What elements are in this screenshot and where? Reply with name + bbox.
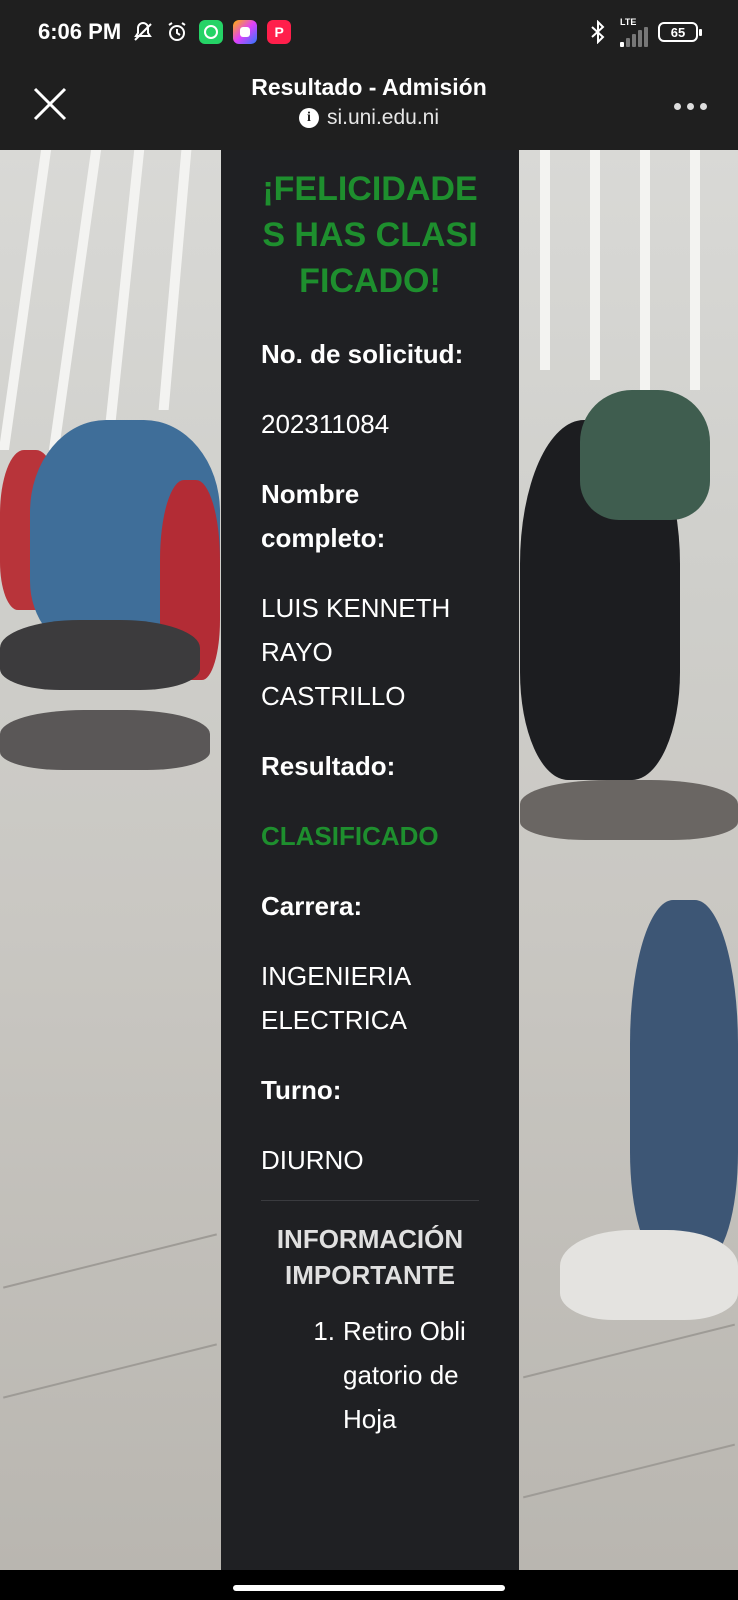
result-label: Resultado:: [261, 751, 396, 781]
more-dot-icon: [686, 102, 694, 110]
bluetooth-icon: [586, 20, 610, 44]
url-text: si.uni.edu.ni: [326, 106, 440, 129]
result-card: ¡FELICIDADES HAS CLASIFICADO! No. de sol…: [221, 150, 519, 1570]
whatsapp-icon: [199, 20, 224, 44]
more-options-button[interactable]: [668, 88, 712, 124]
info-icon[interactable]: i: [298, 108, 319, 128]
application-number-value: 202311084: [261, 409, 390, 439]
status-bar-right: LTE 65: [586, 16, 702, 47]
battery-icon: 65: [658, 22, 702, 42]
application-number-label: No. de solicitud:: [261, 339, 464, 369]
congratulations-headline: ¡FELICIDADES HAS CLASIFICADO!: [262, 170, 478, 300]
status-bar-left: 6:06 PM P: [38, 19, 292, 45]
full-name-label: Nombre completo:: [261, 479, 386, 553]
browser-toolbar: Resultado - Admisión i si.uni.edu.ni: [0, 64, 738, 150]
network-type: LTE: [620, 16, 637, 27]
important-info-title: INFORMACIÓN IMPORTANTE: [276, 1224, 464, 1290]
signal-bars-icon: [620, 26, 648, 47]
career-label: Carrera:: [261, 891, 363, 921]
section-divider: [261, 1200, 479, 1201]
p-app-icon: P: [267, 20, 292, 44]
list-item-text: Retiro Obligatorio de Hoja: [343, 1316, 466, 1434]
shift-label: Turno:: [261, 1075, 342, 1105]
important-info-list: 1. Retiro Obligatorio de Hoja: [261, 1309, 479, 1441]
app-icon: [233, 20, 258, 44]
shift-value: DIURNO: [261, 1145, 364, 1175]
signal-indicator: LTE: [620, 16, 648, 47]
alarm-icon: [165, 20, 189, 44]
status-bar: 6:06 PM P LTE 65: [0, 0, 738, 64]
status-time: 6:06 PM: [38, 19, 122, 44]
more-dot-icon: [673, 102, 681, 110]
list-item: 1. Retiro Obligatorio de Hoja: [261, 1309, 479, 1441]
battery-level: 65: [670, 24, 686, 40]
career-value: INGENIERIA ELECTRICA: [261, 961, 410, 1035]
page-title: Resultado - Admisión: [251, 74, 487, 100]
url-bar[interactable]: i si.uni.edu.ni: [0, 106, 738, 130]
home-gesture-handle[interactable]: [233, 1585, 505, 1591]
full-name-value: LUIS KENNETH RAYO CASTRILLO: [261, 593, 451, 711]
more-dot-icon: [699, 102, 707, 110]
result-value: CLASIFICADO: [261, 821, 439, 851]
list-item-number: 1.: [313, 1316, 335, 1346]
mute-notifications-icon: [131, 20, 155, 44]
